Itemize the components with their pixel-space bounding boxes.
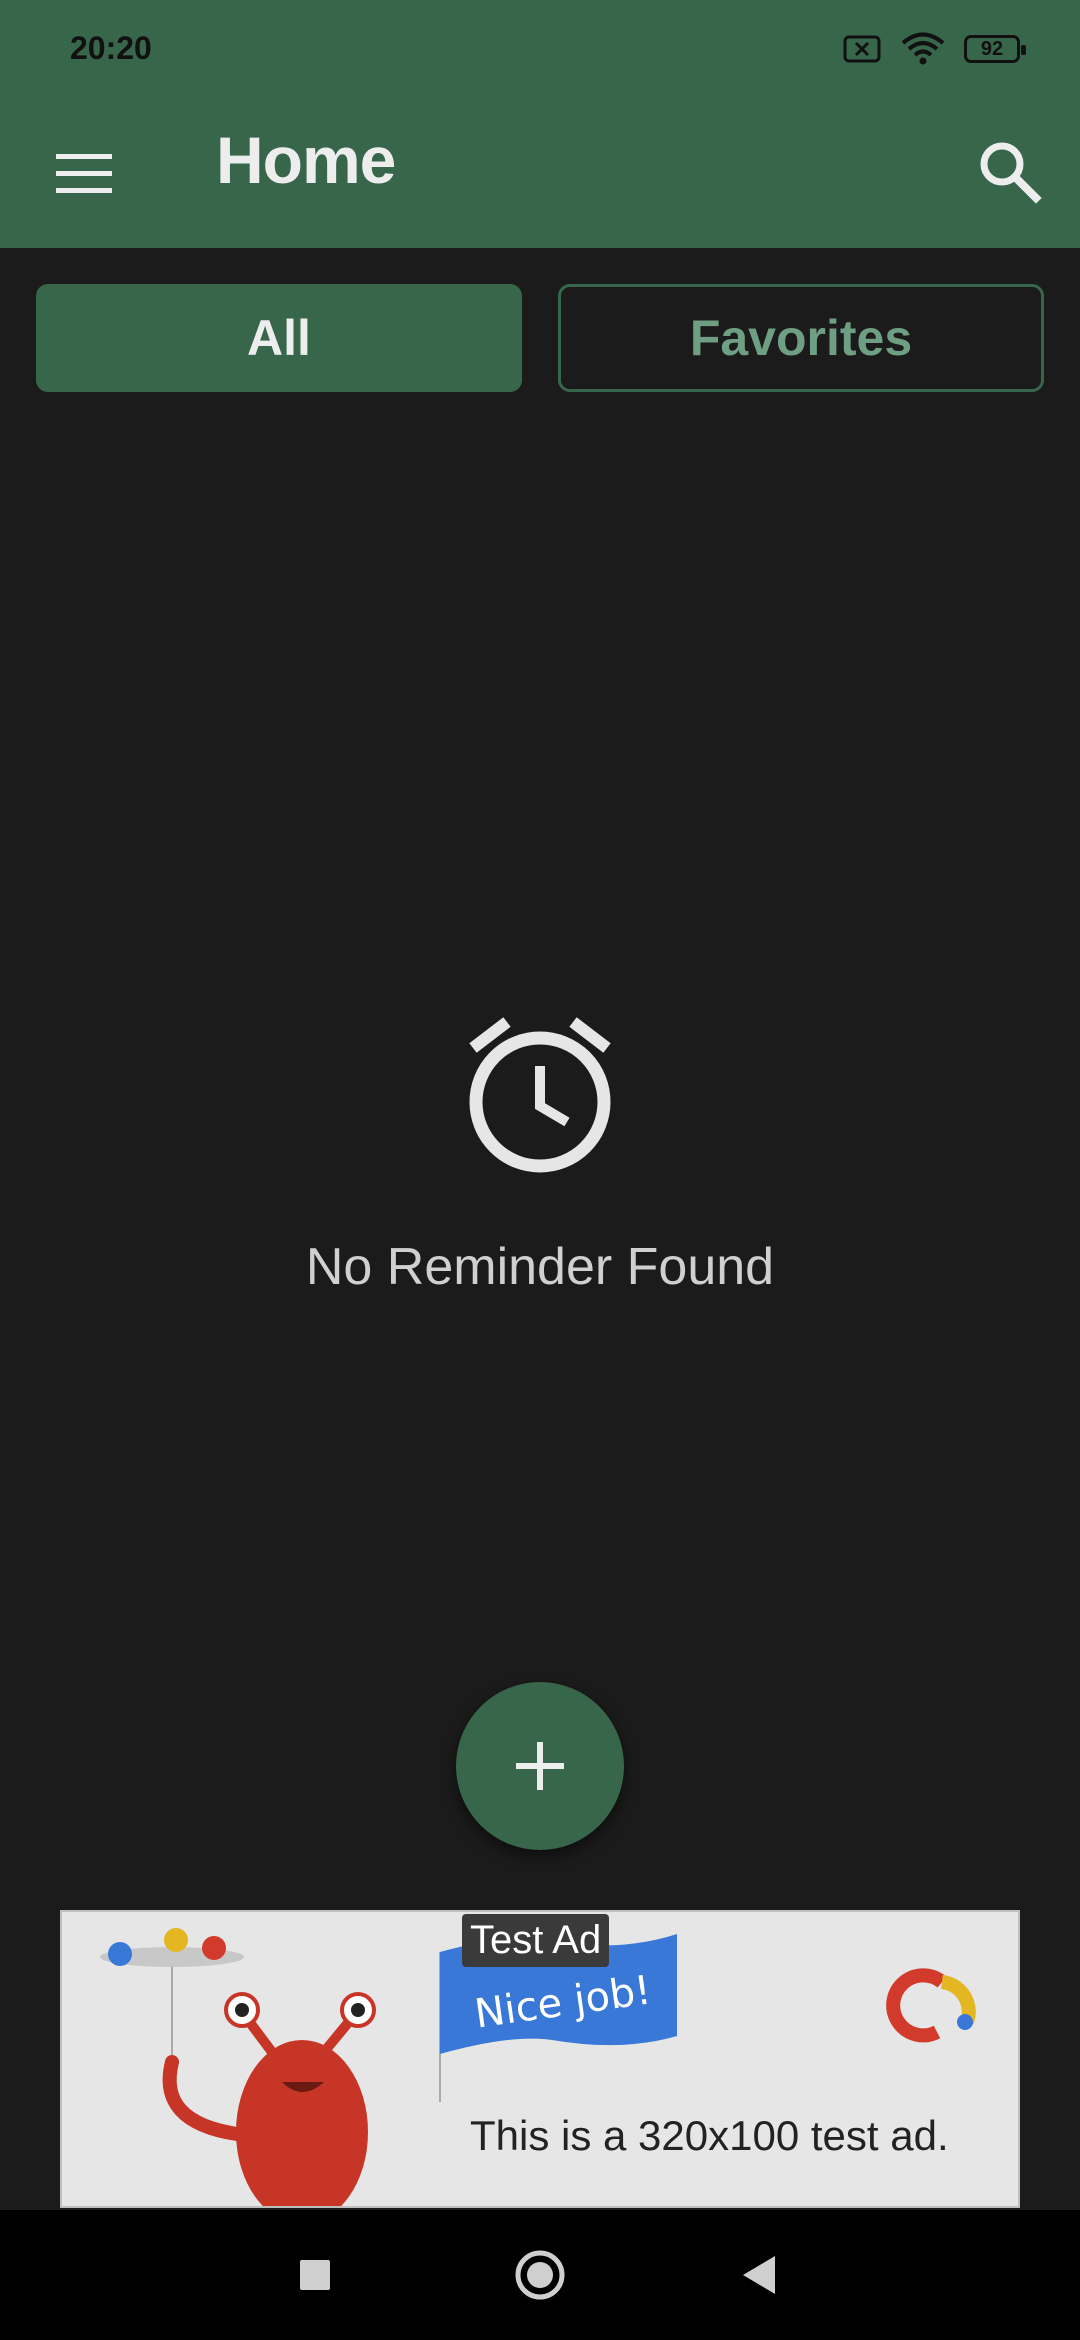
menu-button[interactable]: [42, 140, 126, 208]
ad-label: Test Ad: [462, 1914, 610, 1967]
plus-icon: [516, 1742, 564, 1790]
page-title: Home: [216, 123, 396, 197]
wifi-icon: [901, 32, 945, 65]
ad-banner[interactable]: Nice job! Test Ad This is a 320x100 test…: [60, 1910, 1020, 2208]
triangle-back-icon: [743, 2256, 775, 2294]
app-bar: Home: [0, 100, 1080, 248]
circle-icon: [515, 2250, 565, 2300]
nav-home-button[interactable]: [505, 2240, 575, 2310]
tab-all[interactable]: All: [36, 284, 522, 392]
empty-state: No Reminder Found: [0, 1010, 1080, 1297]
status-time: 20:20: [70, 30, 152, 66]
battery-indicator: 92: [964, 35, 1026, 63]
filter-tabs: All Favorites: [36, 284, 1044, 394]
empty-state-message: No Reminder Found: [305, 1238, 775, 1296]
menu-icon: [56, 154, 112, 193]
square-icon: [300, 2260, 330, 2290]
search-icon: [980, 142, 1042, 204]
add-reminder-button[interactable]: [456, 1682, 624, 1850]
tab-favorites[interactable]: Favorites: [558, 284, 1044, 392]
sim-x-icon: [843, 35, 881, 63]
status-icons: 92: [842, 32, 1026, 66]
nav-back-button[interactable]: [725, 2240, 795, 2310]
system-nav-bar: [0, 2210, 1080, 2340]
status-bar: 20:20 92: [0, 0, 1080, 100]
alarm-clock-icon: [469, 1017, 611, 1173]
battery-level: 92: [980, 37, 1004, 60]
nav-recents-button[interactable]: [280, 2240, 350, 2310]
search-button[interactable]: [968, 130, 1052, 214]
ad-description: This is a 320x100 test ad.: [470, 2112, 949, 2159]
